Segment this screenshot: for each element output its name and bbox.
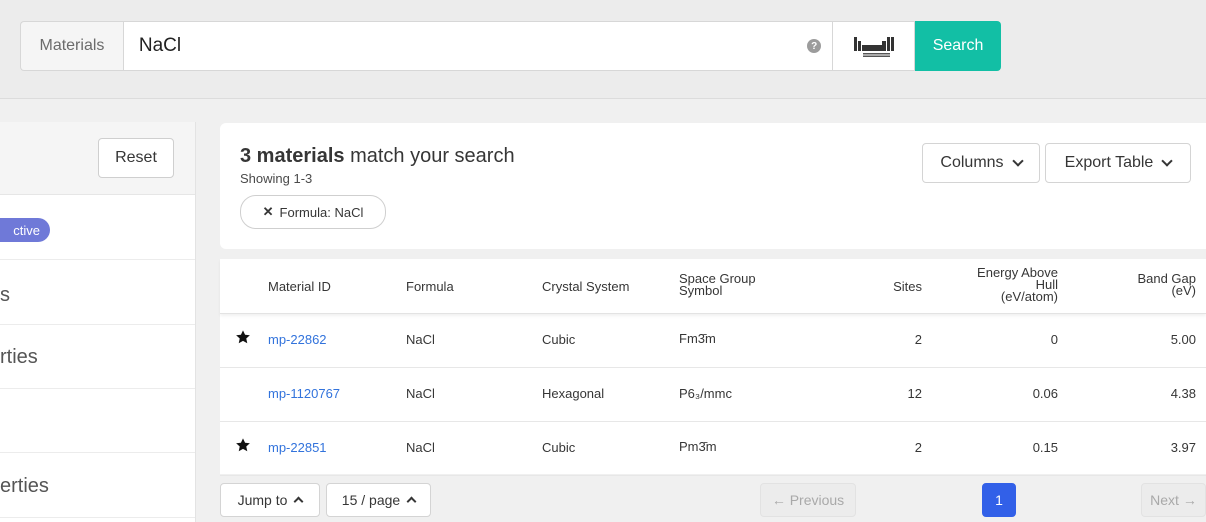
sidebar-item[interactable]: rties	[0, 346, 38, 369]
crystal-system-cell: Cubic	[542, 332, 576, 347]
search-type-label[interactable]: Materials	[20, 21, 123, 71]
sidebar-divider	[0, 388, 195, 389]
search-button[interactable]: Search	[915, 21, 1001, 71]
search-bar: Materials ? Search	[20, 21, 1001, 71]
sidebar-divider	[0, 259, 195, 260]
active-filter-pill[interactable]: ctive	[0, 218, 50, 242]
header-band-gap[interactable]: Band Gap (eV)	[1100, 272, 1196, 298]
sidebar-header: Reset	[0, 122, 195, 195]
table-row: mp-22851 NaCl Cubic Pm3̄m 2 0.15 3.97	[220, 422, 1206, 476]
close-icon[interactable]: ✕	[263, 204, 274, 220]
header-crystal-system[interactable]: Crystal System	[542, 279, 629, 294]
formula-cell: NaCl	[406, 440, 435, 455]
page-size-label: 15 / page	[341, 492, 401, 508]
energy-cell: 0.15	[1032, 440, 1058, 455]
chevron-up-icon	[406, 496, 417, 507]
jump-to-label: Jump to	[237, 492, 288, 508]
help-icon[interactable]: ?	[807, 39, 822, 53]
material-id-link[interactable]: mp-22862	[268, 332, 327, 347]
header-formula[interactable]: Formula	[406, 279, 454, 294]
crystal-system-cell: Hexagonal	[542, 386, 605, 401]
next-button[interactable]: Next →	[1141, 483, 1206, 517]
header-energy-line3: (eV/atom)	[1000, 289, 1058, 304]
search-input[interactable]	[123, 34, 781, 58]
chevron-up-icon	[293, 496, 304, 507]
jump-to-dropdown[interactable]: Jump to	[220, 483, 320, 517]
star-icon[interactable]	[235, 437, 251, 453]
showing-range: Showing 1-3	[240, 171, 313, 186]
filter-chip[interactable]: ✕ Formula: NaCl	[240, 195, 386, 229]
energy-cell: 0	[1050, 332, 1058, 347]
header-space-group-line2: Symbol	[679, 283, 723, 298]
space-group-cell: Pm3̄m	[679, 439, 717, 454]
sidebar-divider	[0, 517, 195, 518]
header-band-gap-line2: (eV)	[1171, 283, 1196, 298]
periodic-table-button[interactable]	[833, 21, 916, 71]
formula-cell: NaCl	[406, 332, 435, 347]
results-title: 3 materials match your search	[240, 145, 515, 168]
table-header: Material ID Formula Crystal System Space…	[220, 259, 1206, 314]
crystal-system-cell: Cubic	[542, 440, 576, 455]
filter-chip-label: Formula: NaCl	[279, 204, 364, 220]
page-size-dropdown[interactable]: 15 / page	[326, 483, 431, 517]
previous-button[interactable]: ← Previous	[760, 483, 856, 517]
space-group-cell: P6₃/mmc	[679, 386, 732, 401]
results-title-rest: match your search	[344, 145, 515, 167]
export-table-dropdown[interactable]: Export Table	[1045, 143, 1191, 183]
export-label: Export Table	[1064, 154, 1154, 171]
sites-cell: 2	[914, 332, 922, 347]
pagination-bar: Jump to 15 / page ← Previous 1 Next →	[220, 483, 1206, 519]
results-count: 3 materials	[240, 145, 345, 167]
results-header: 3 materials match your search Showing 1-…	[220, 123, 1206, 249]
sites-cell: 2	[914, 440, 922, 455]
formula-cell: NaCl	[406, 386, 435, 401]
periodic-table-icon	[853, 37, 894, 57]
material-id-link[interactable]: mp-1120767	[268, 386, 340, 401]
energy-cell: 0.06	[1032, 386, 1058, 401]
columns-label: Columns	[940, 154, 1004, 171]
search-field[interactable]: ?	[122, 21, 834, 71]
chevron-down-icon	[1011, 155, 1024, 167]
results-table: Material ID Formula Crystal System Space…	[220, 259, 1206, 476]
header-space-group[interactable]: Space Group Symbol	[679, 272, 756, 298]
header-material-id[interactable]: Material ID	[268, 279, 331, 294]
table-row: mp-1120767 NaCl Hexagonal P6₃/mmc 12 0.0…	[220, 368, 1206, 422]
filter-sidebar: Reset ctive s rties erties	[0, 122, 196, 522]
chevron-down-icon	[1161, 155, 1173, 167]
material-id-link[interactable]: mp-22851	[268, 440, 327, 455]
table-row: mp-22862 NaCl Cubic Fm3̄m 2 0 5.00	[220, 314, 1206, 368]
star-icon[interactable]	[235, 329, 251, 345]
band-gap-cell: 5.00	[1170, 332, 1196, 347]
page-1-button[interactable]: 1	[982, 483, 1016, 517]
band-gap-cell: 3.97	[1170, 440, 1196, 455]
sidebar-divider	[0, 324, 195, 325]
space-group-cell: Fm3̄m	[679, 331, 716, 346]
top-search-band: Materials ? Search	[0, 0, 1206, 99]
sidebar-item[interactable]: erties	[0, 475, 49, 498]
header-energy-above-hull[interactable]: Energy Above Hull (eV/atom)	[940, 266, 1058, 304]
band-gap-cell: 4.38	[1170, 386, 1196, 401]
columns-dropdown[interactable]: Columns	[922, 143, 1040, 183]
sites-cell: 12	[907, 386, 922, 401]
sidebar-item[interactable]: s	[0, 284, 10, 307]
reset-button[interactable]: Reset	[98, 138, 174, 178]
header-sites[interactable]: Sites	[860, 279, 922, 294]
sidebar-divider	[0, 452, 195, 453]
